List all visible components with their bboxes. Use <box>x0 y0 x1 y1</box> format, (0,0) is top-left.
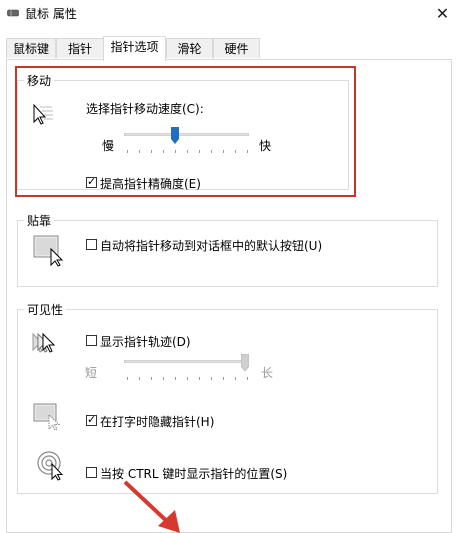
highlight-box <box>15 66 356 197</box>
tab-buttons[interactable]: 鼠标键 <box>6 38 56 58</box>
window-title: 鼠标 属性 <box>25 7 77 21</box>
title-bar: 鼠标 属性 ✕ <box>0 0 457 28</box>
slider-tick <box>187 377 188 380</box>
checkmark-icon: ✓ <box>87 413 97 426</box>
short-label: 短 <box>85 366 98 380</box>
visibility-legend: 可见性 <box>24 301 67 318</box>
annotation-arrow-icon <box>123 480 180 533</box>
hide-while-typing-checkbox[interactable]: ✓ <box>86 413 97 426</box>
slider-tick <box>223 377 224 380</box>
trails-ticks <box>127 377 248 383</box>
long-label: 长 <box>261 366 274 380</box>
snap-checkbox[interactable] <box>86 239 97 250</box>
ctrl-location-checkbox[interactable] <box>86 467 97 478</box>
slider-tick <box>211 377 212 380</box>
slider-tick <box>151 377 152 380</box>
hide-while-typing-label: 在打字时隐藏指针(H) <box>100 415 215 429</box>
pointer-trails-icon <box>32 332 56 353</box>
tab-wheel[interactable]: 滑轮 <box>166 38 213 58</box>
snap-legend: 贴靠 <box>24 212 55 229</box>
slider-tick <box>235 377 236 380</box>
tab-hardware[interactable]: 硬件 <box>213 38 260 58</box>
slider-tick <box>247 377 248 380</box>
close-icon: ✕ <box>435 3 450 23</box>
trails-checkbox[interactable] <box>86 335 97 346</box>
trails-slider-thumb[interactable] <box>241 354 249 371</box>
slider-tick <box>199 377 200 380</box>
snap-to-icon <box>33 235 64 267</box>
mouse-icon <box>7 9 19 17</box>
hide-pointer-icon <box>33 403 61 431</box>
slider-tick <box>127 377 128 380</box>
trails-slider-track[interactable] <box>124 360 249 363</box>
slider-tick <box>175 377 176 380</box>
snap-label: 自动将指针移动到对话框中的默认按钮(U) <box>100 239 323 253</box>
trails-label: 显示指针轨迹(D) <box>100 335 191 349</box>
slider-tick <box>163 377 164 380</box>
close-button[interactable]: ✕ <box>428 0 457 26</box>
slider-tick <box>139 377 140 380</box>
tab-pointer-options[interactable]: 指针选项 <box>103 36 166 61</box>
ctrl-location-icon <box>37 451 64 481</box>
tab-pointers[interactable]: 指针 <box>56 38 104 58</box>
